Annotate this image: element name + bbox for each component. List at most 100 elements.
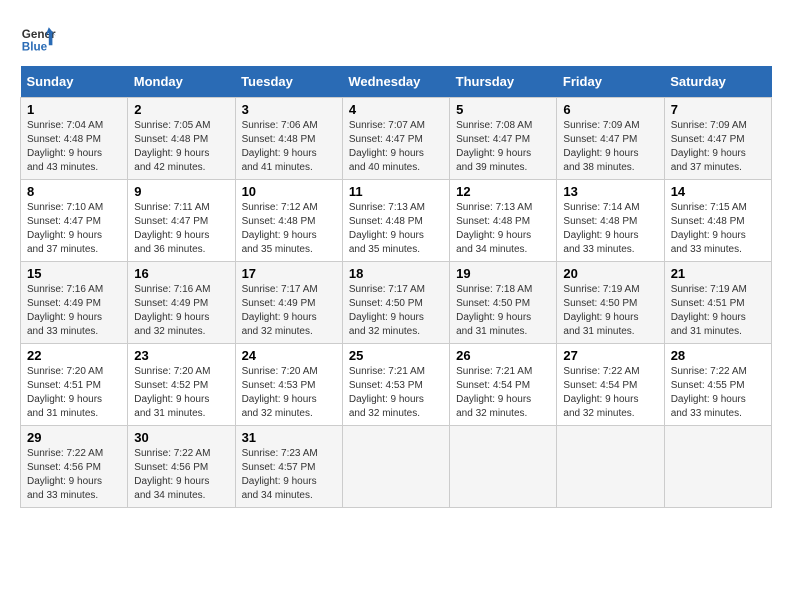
day-detail: Sunrise: 7:07 AMSunset: 4:47 PMDaylight:… [349, 120, 425, 173]
day-number: 24 [242, 348, 336, 363]
day-number: 29 [27, 430, 121, 445]
svg-text:Blue: Blue [22, 41, 48, 54]
day-number: 14 [671, 184, 765, 199]
calendar-cell: 16 Sunrise: 7:16 AMSunset: 4:49 PMDaylig… [128, 262, 235, 344]
day-number: 9 [134, 184, 228, 199]
calendar-cell [664, 426, 771, 508]
weekday-header: Friday [557, 66, 664, 98]
day-detail: Sunrise: 7:14 AMSunset: 4:48 PMDaylight:… [563, 202, 639, 255]
weekday-header: Wednesday [342, 66, 449, 98]
calendar-cell: 27 Sunrise: 7:22 AMSunset: 4:54 PMDaylig… [557, 344, 664, 426]
header: General Blue [20, 20, 772, 56]
day-number: 6 [563, 102, 657, 117]
calendar-cell: 8 Sunrise: 7:10 AMSunset: 4:47 PMDayligh… [21, 180, 128, 262]
day-detail: Sunrise: 7:19 AMSunset: 4:51 PMDaylight:… [671, 284, 747, 337]
calendar-cell: 31 Sunrise: 7:23 AMSunset: 4:57 PMDaylig… [235, 426, 342, 508]
day-number: 4 [349, 102, 443, 117]
day-detail: Sunrise: 7:05 AMSunset: 4:48 PMDaylight:… [134, 120, 210, 173]
day-detail: Sunrise: 7:18 AMSunset: 4:50 PMDaylight:… [456, 284, 532, 337]
calendar-cell: 23 Sunrise: 7:20 AMSunset: 4:52 PMDaylig… [128, 344, 235, 426]
day-number: 7 [671, 102, 765, 117]
day-detail: Sunrise: 7:17 AMSunset: 4:50 PMDaylight:… [349, 284, 425, 337]
calendar-cell [342, 426, 449, 508]
calendar-cell: 10 Sunrise: 7:12 AMSunset: 4:48 PMDaylig… [235, 180, 342, 262]
calendar-cell: 11 Sunrise: 7:13 AMSunset: 4:48 PMDaylig… [342, 180, 449, 262]
calendar-week-row: 1 Sunrise: 7:04 AMSunset: 4:48 PMDayligh… [21, 98, 772, 180]
calendar-cell: 1 Sunrise: 7:04 AMSunset: 4:48 PMDayligh… [21, 98, 128, 180]
calendar-week-row: 15 Sunrise: 7:16 AMSunset: 4:49 PMDaylig… [21, 262, 772, 344]
calendar-cell: 18 Sunrise: 7:17 AMSunset: 4:50 PMDaylig… [342, 262, 449, 344]
day-detail: Sunrise: 7:20 AMSunset: 4:51 PMDaylight:… [27, 366, 103, 419]
calendar-cell: 22 Sunrise: 7:20 AMSunset: 4:51 PMDaylig… [21, 344, 128, 426]
day-number: 20 [563, 266, 657, 281]
day-number: 8 [27, 184, 121, 199]
day-detail: Sunrise: 7:15 AMSunset: 4:48 PMDaylight:… [671, 202, 747, 255]
day-detail: Sunrise: 7:09 AMSunset: 4:47 PMDaylight:… [563, 120, 639, 173]
calendar-cell: 19 Sunrise: 7:18 AMSunset: 4:50 PMDaylig… [450, 262, 557, 344]
weekday-header: Monday [128, 66, 235, 98]
weekday-header: Saturday [664, 66, 771, 98]
calendar-cell: 6 Sunrise: 7:09 AMSunset: 4:47 PMDayligh… [557, 98, 664, 180]
calendar-week-row: 29 Sunrise: 7:22 AMSunset: 4:56 PMDaylig… [21, 426, 772, 508]
weekday-header: Sunday [21, 66, 128, 98]
day-detail: Sunrise: 7:04 AMSunset: 4:48 PMDaylight:… [27, 120, 103, 173]
day-detail: Sunrise: 7:16 AMSunset: 4:49 PMDaylight:… [27, 284, 103, 337]
calendar-week-row: 8 Sunrise: 7:10 AMSunset: 4:47 PMDayligh… [21, 180, 772, 262]
day-detail: Sunrise: 7:06 AMSunset: 4:48 PMDaylight:… [242, 120, 318, 173]
day-detail: Sunrise: 7:11 AMSunset: 4:47 PMDaylight:… [134, 202, 209, 255]
calendar-cell: 4 Sunrise: 7:07 AMSunset: 4:47 PMDayligh… [342, 98, 449, 180]
day-detail: Sunrise: 7:10 AMSunset: 4:47 PMDaylight:… [27, 202, 103, 255]
calendar-cell: 25 Sunrise: 7:21 AMSunset: 4:53 PMDaylig… [342, 344, 449, 426]
weekday-header: Thursday [450, 66, 557, 98]
day-number: 31 [242, 430, 336, 445]
calendar-cell: 29 Sunrise: 7:22 AMSunset: 4:56 PMDaylig… [21, 426, 128, 508]
day-number: 2 [134, 102, 228, 117]
day-detail: Sunrise: 7:21 AMSunset: 4:53 PMDaylight:… [349, 366, 425, 419]
calendar-cell: 2 Sunrise: 7:05 AMSunset: 4:48 PMDayligh… [128, 98, 235, 180]
calendar-cell: 28 Sunrise: 7:22 AMSunset: 4:55 PMDaylig… [664, 344, 771, 426]
day-detail: Sunrise: 7:22 AMSunset: 4:55 PMDaylight:… [671, 366, 747, 419]
day-number: 23 [134, 348, 228, 363]
day-number: 17 [242, 266, 336, 281]
day-detail: Sunrise: 7:20 AMSunset: 4:52 PMDaylight:… [134, 366, 210, 419]
calendar-cell: 9 Sunrise: 7:11 AMSunset: 4:47 PMDayligh… [128, 180, 235, 262]
day-number: 12 [456, 184, 550, 199]
weekday-header: Tuesday [235, 66, 342, 98]
day-number: 15 [27, 266, 121, 281]
day-number: 1 [27, 102, 121, 117]
calendar-cell: 20 Sunrise: 7:19 AMSunset: 4:50 PMDaylig… [557, 262, 664, 344]
day-detail: Sunrise: 7:22 AMSunset: 4:54 PMDaylight:… [563, 366, 639, 419]
logo: General Blue [20, 20, 56, 56]
day-detail: Sunrise: 7:17 AMSunset: 4:49 PMDaylight:… [242, 284, 318, 337]
calendar-cell: 13 Sunrise: 7:14 AMSunset: 4:48 PMDaylig… [557, 180, 664, 262]
day-detail: Sunrise: 7:21 AMSunset: 4:54 PMDaylight:… [456, 366, 532, 419]
calendar-cell [557, 426, 664, 508]
day-number: 27 [563, 348, 657, 363]
day-detail: Sunrise: 7:23 AMSunset: 4:57 PMDaylight:… [242, 448, 318, 501]
calendar-cell: 14 Sunrise: 7:15 AMSunset: 4:48 PMDaylig… [664, 180, 771, 262]
day-number: 11 [349, 184, 443, 199]
day-detail: Sunrise: 7:19 AMSunset: 4:50 PMDaylight:… [563, 284, 639, 337]
day-detail: Sunrise: 7:20 AMSunset: 4:53 PMDaylight:… [242, 366, 318, 419]
calendar-header-row: SundayMondayTuesdayWednesdayThursdayFrid… [21, 66, 772, 98]
calendar-cell: 15 Sunrise: 7:16 AMSunset: 4:49 PMDaylig… [21, 262, 128, 344]
day-detail: Sunrise: 7:08 AMSunset: 4:47 PMDaylight:… [456, 120, 532, 173]
calendar-cell: 3 Sunrise: 7:06 AMSunset: 4:48 PMDayligh… [235, 98, 342, 180]
day-detail: Sunrise: 7:16 AMSunset: 4:49 PMDaylight:… [134, 284, 210, 337]
calendar-cell: 21 Sunrise: 7:19 AMSunset: 4:51 PMDaylig… [664, 262, 771, 344]
day-number: 13 [563, 184, 657, 199]
calendar-cell: 12 Sunrise: 7:13 AMSunset: 4:48 PMDaylig… [450, 180, 557, 262]
calendar-cell: 17 Sunrise: 7:17 AMSunset: 4:49 PMDaylig… [235, 262, 342, 344]
calendar-cell: 26 Sunrise: 7:21 AMSunset: 4:54 PMDaylig… [450, 344, 557, 426]
calendar-week-row: 22 Sunrise: 7:20 AMSunset: 4:51 PMDaylig… [21, 344, 772, 426]
day-number: 16 [134, 266, 228, 281]
calendar-cell: 24 Sunrise: 7:20 AMSunset: 4:53 PMDaylig… [235, 344, 342, 426]
day-number: 19 [456, 266, 550, 281]
day-detail: Sunrise: 7:22 AMSunset: 4:56 PMDaylight:… [27, 448, 103, 501]
day-number: 28 [671, 348, 765, 363]
calendar-cell: 30 Sunrise: 7:22 AMSunset: 4:56 PMDaylig… [128, 426, 235, 508]
calendar-cell: 5 Sunrise: 7:08 AMSunset: 4:47 PMDayligh… [450, 98, 557, 180]
day-number: 30 [134, 430, 228, 445]
logo-icon: General Blue [20, 20, 56, 56]
day-number: 21 [671, 266, 765, 281]
